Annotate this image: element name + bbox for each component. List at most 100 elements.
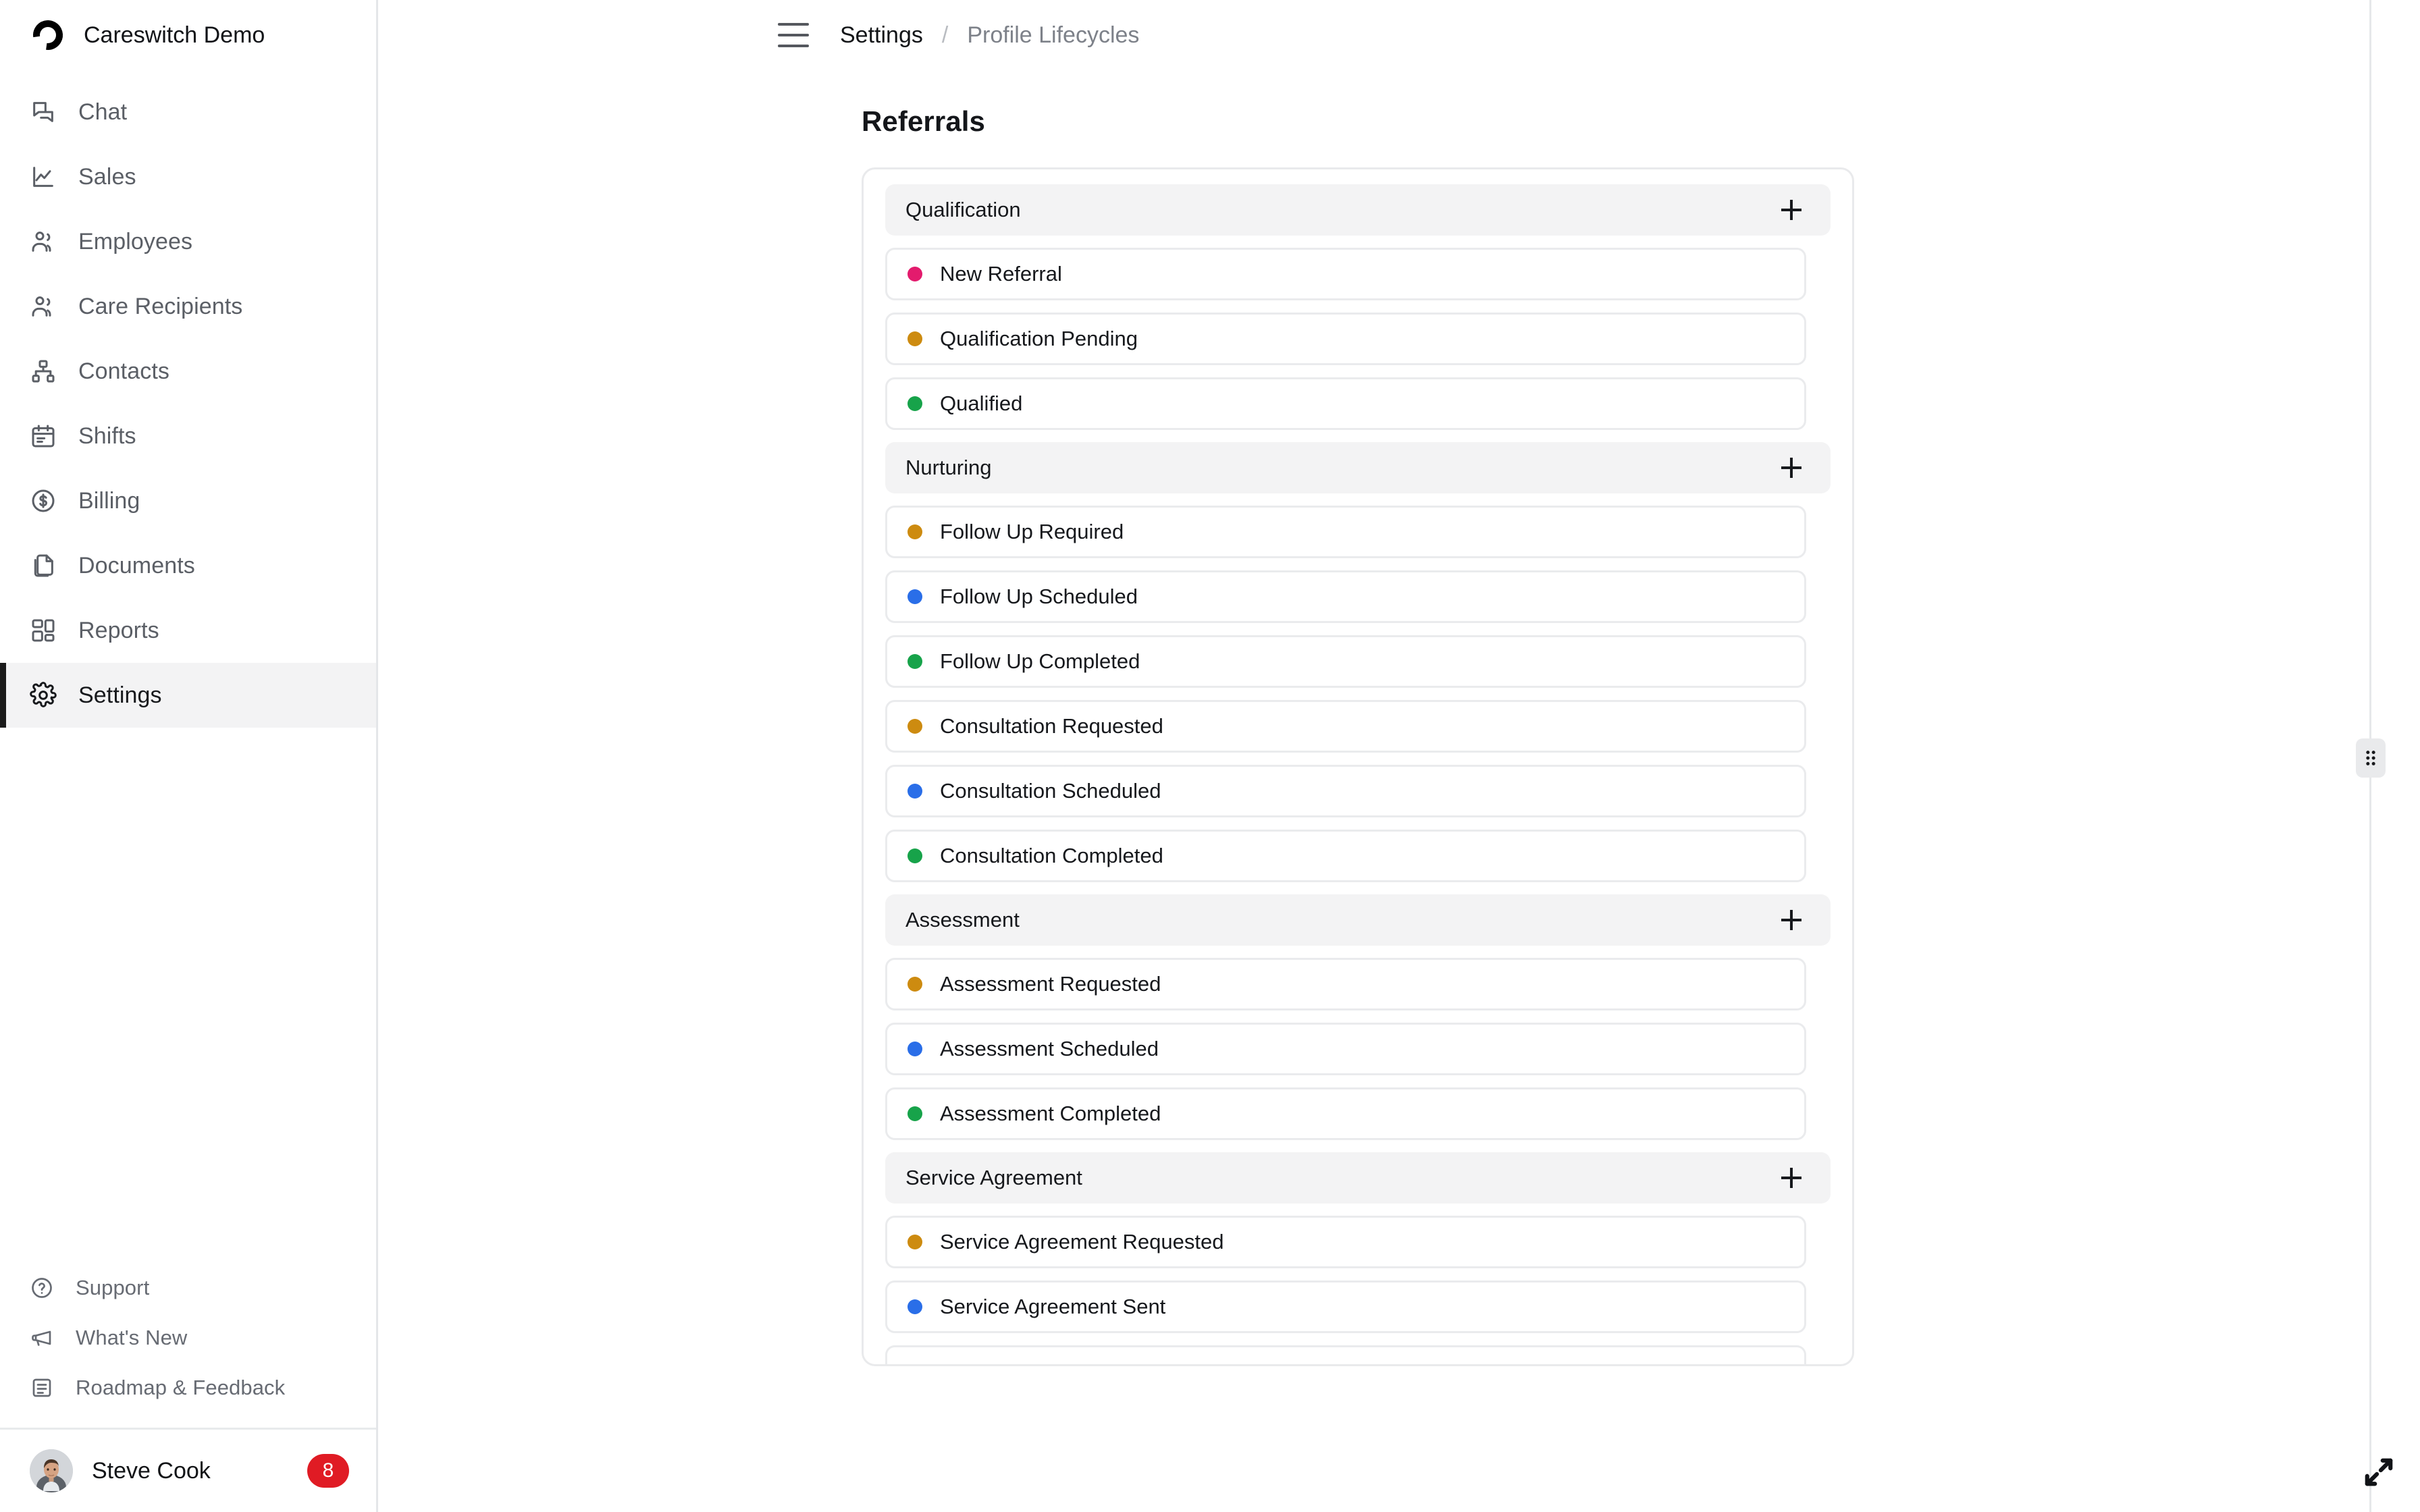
stage-row[interactable]: Consultation Scheduled — [885, 765, 1806, 817]
secondary-nav: Support What's New Roadmap & Feedback — [0, 1263, 376, 1428]
sidebar-item-label: Support — [76, 1276, 150, 1299]
stage-label: Follow Up Required — [940, 520, 1124, 543]
group-label: Nurturing — [905, 456, 992, 479]
org-tree-icon — [30, 358, 57, 385]
group-label: Qualification — [905, 198, 1021, 221]
sidebar-item-sales[interactable]: Sales — [0, 144, 376, 209]
sidebar-item-roadmap-feedback[interactable]: Roadmap & Feedback — [0, 1363, 376, 1413]
breadcrumb-parent[interactable]: Settings — [840, 22, 923, 49]
breadcrumb-separator: / — [941, 22, 949, 48]
sidebar-item-label: Documents — [78, 552, 195, 578]
sidebar: Careswitch Demo Chat Sales Employees Car… — [0, 0, 378, 1512]
user-profile-row[interactable]: Steve Cook 8 — [0, 1428, 376, 1512]
add-stage-button[interactable] — [1777, 453, 1806, 483]
sidebar-item-whats-new[interactable]: What's New — [0, 1313, 376, 1363]
stage-row[interactable]: Assessment Requested — [885, 958, 1806, 1010]
lifecycle-card: Qualification New Referral Qualification… — [862, 167, 1854, 1366]
sidebar-item-reports[interactable]: Reports — [0, 598, 376, 663]
megaphone-icon — [30, 1326, 54, 1350]
sidebar-item-documents[interactable]: Documents — [0, 533, 376, 598]
status-dot — [908, 396, 922, 411]
breadcrumb-current[interactable]: Profile Lifecycles — [967, 22, 1139, 49]
documents-icon — [30, 552, 57, 579]
drag-grip-icon[interactable] — [2356, 738, 2386, 778]
notification-badge[interactable]: 8 — [307, 1454, 349, 1488]
brand[interactable]: Careswitch Demo — [0, 0, 376, 70]
sidebar-item-label: Sales — [78, 163, 136, 190]
expand-diagonal-icon[interactable] — [2359, 1453, 2398, 1492]
careswitch-ring-logo-icon — [30, 17, 66, 53]
sidebar-item-label: Care Recipients — [78, 293, 243, 319]
group-label: Assessment — [905, 908, 1020, 932]
group-header-service-agreement[interactable]: Service Agreement — [885, 1152, 1831, 1204]
group-header-nurturing[interactable]: Nurturing — [885, 442, 1831, 493]
dashboard-grid-icon — [30, 617, 57, 644]
sidebar-item-billing[interactable]: Billing — [0, 468, 376, 533]
status-dot — [908, 719, 922, 734]
add-stage-button[interactable] — [1777, 905, 1806, 935]
sidebar-item-shifts[interactable]: Shifts — [0, 404, 376, 468]
stage-row[interactable]: Service Agreement Sent — [885, 1280, 1806, 1333]
user-name: Steve Cook — [92, 1457, 211, 1484]
stage-label: Follow Up Scheduled — [940, 585, 1138, 608]
stage-row[interactable]: Assessment Completed — [885, 1087, 1806, 1140]
sidebar-item-support[interactable]: Support — [0, 1263, 376, 1313]
status-dot — [908, 848, 922, 863]
group-label: Service Agreement — [905, 1166, 1082, 1189]
add-stage-button[interactable] — [1777, 195, 1806, 225]
hamburger-icon[interactable] — [778, 23, 809, 47]
stage-row[interactable]: Follow Up Scheduled — [885, 570, 1806, 623]
stage-label: Assessment Scheduled — [940, 1037, 1159, 1060]
sidebar-item-label: Roadmap & Feedback — [76, 1376, 286, 1399]
stage-label: Qualification Pending — [940, 327, 1138, 350]
status-dot — [908, 589, 922, 604]
sidebar-item-label: Settings — [78, 682, 162, 708]
sidebar-item-contacts[interactable]: Contacts — [0, 339, 376, 404]
users-icon — [30, 228, 57, 255]
status-dot — [908, 524, 922, 539]
status-dot — [908, 1235, 922, 1249]
sidebar-item-care-recipients[interactable]: Care Recipients — [0, 274, 376, 339]
stage-row[interactable]: New Referral — [885, 248, 1806, 300]
sidebar-item-employees[interactable]: Employees — [0, 209, 376, 274]
chat-icon — [30, 99, 57, 126]
calendar-icon — [30, 423, 57, 450]
stage-row[interactable]: Follow Up Completed — [885, 635, 1806, 688]
sidebar-item-label: Contacts — [78, 358, 169, 384]
status-dot — [908, 331, 922, 346]
brand-name: Careswitch Demo — [84, 22, 265, 48]
stage-row[interactable]: Follow Up Required — [885, 506, 1806, 558]
page-title: Referrals — [862, 105, 986, 137]
primary-nav: Chat Sales Employees Care Recipients Con… — [0, 70, 376, 728]
stage-row[interactable]: Service Agreement Requested — [885, 1216, 1806, 1268]
sidebar-item-settings[interactable]: Settings — [0, 663, 376, 728]
stage-row[interactable]: Qualification Pending — [885, 313, 1806, 365]
stage-row[interactable] — [885, 1345, 1806, 1364]
add-stage-button[interactable] — [1777, 1163, 1806, 1193]
stage-row[interactable]: Consultation Completed — [885, 830, 1806, 882]
sidebar-item-label: Reports — [78, 617, 159, 643]
content-scroll-area[interactable]: Referrals Qualification New Referral Qua… — [378, 70, 2420, 1512]
roadmap-list-icon — [30, 1376, 54, 1400]
stage-label: Follow Up Completed — [940, 649, 1140, 673]
stage-row[interactable]: Assessment Scheduled — [885, 1023, 1806, 1075]
status-dot — [908, 784, 922, 799]
stage-label: Consultation Requested — [940, 714, 1163, 738]
stage-row[interactable]: Qualified — [885, 377, 1806, 430]
sidebar-item-label: Shifts — [78, 423, 136, 449]
sidebar-item-chat[interactable]: Chat — [0, 80, 376, 144]
stage-row[interactable]: Consultation Requested — [885, 700, 1806, 753]
users-icon — [30, 293, 57, 320]
sidebar-item-label: What's New — [76, 1326, 188, 1349]
sidebar-item-label: Billing — [78, 487, 140, 514]
status-dot — [908, 267, 922, 281]
stage-label: Assessment Completed — [940, 1102, 1161, 1125]
avatar — [30, 1449, 73, 1492]
group-header-assessment[interactable]: Assessment — [885, 894, 1831, 946]
stage-label: Service Agreement Requested — [940, 1230, 1224, 1253]
status-dot — [908, 1299, 922, 1314]
stage-label: Consultation Scheduled — [940, 779, 1161, 803]
group-header-qualification[interactable]: Qualification — [885, 184, 1831, 236]
dollar-circle-icon — [30, 487, 57, 514]
